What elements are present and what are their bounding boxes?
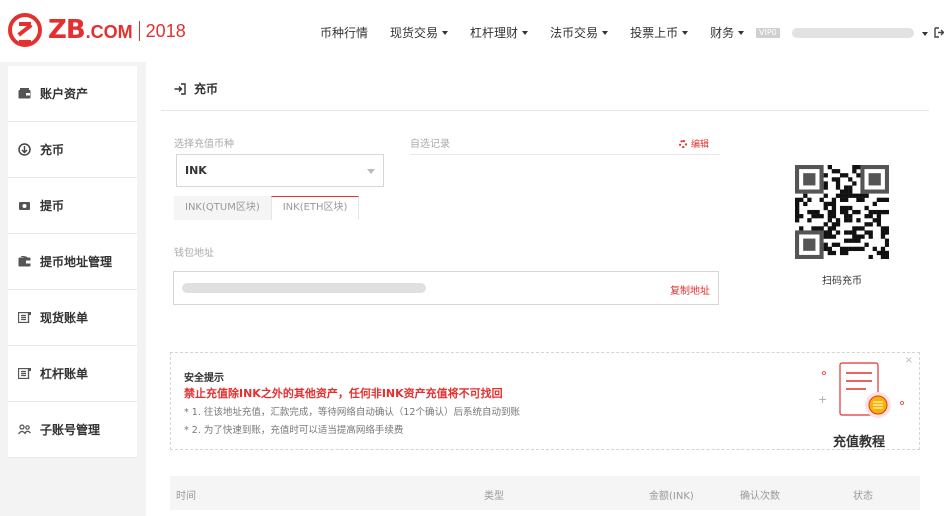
chevron-down-icon [442,30,449,35]
sidebar: 账户资产 充币 提币 提币地址管理 现货账单 杠杆账单 子账号管理 [8,66,137,458]
currency-label: 选择充值币种 [174,139,234,150]
deposit-table-header: 时间 类型 金额(INK) 确认次数 状态 [170,476,920,510]
currency-select[interactable]: INK [176,154,384,187]
column-header: 时间 [176,491,196,502]
sidebar-item-margin-bills[interactable]: 杠杆账单 [8,346,137,402]
chain-tabs: INK(QTUM区块) INK(ETH区块) [174,196,360,220]
logo-domain: .COM [85,21,133,42]
qr-code[interactable] [795,165,889,259]
gear-icon [679,139,687,148]
main-nav: 币种行情 现货交易 杠杆理财 法币交易 投票上币 财务 [320,24,766,41]
sidebar-item-label: 提币地址管理 [40,255,113,269]
nav-vote-listing[interactable]: 投票上币 [630,24,689,41]
deposit-panel: 充币 选择充值币种 INK INK(QTUM区块) INK(ETH区块) 自选记… [146,62,952,516]
security-notice: × 安全提示 禁止充值除INK之外的其他资产，任何非INK资产充值将不可找回 *… [170,352,920,450]
bill-icon [18,368,31,379]
sidebar-item-deposit[interactable]: 充币 [8,122,137,178]
tab-ink-qtum[interactable]: INK(QTUM区块) [174,196,271,220]
sidebar-item-assets[interactable]: 账户资产 [8,66,137,122]
nav-finance[interactable]: 财务 [710,24,745,41]
nav-label: 币种行情 [320,26,369,40]
logo-separator [138,21,140,41]
custom-record-field[interactable] [410,154,720,155]
column-header: 状态 [853,491,873,502]
top-header: ZB .COM 2018 币种行情 现货交易 杠杆理财 法币交易 投票上币 财务… [0,0,952,62]
svg-text:+: + [818,393,827,406]
address-book-icon [18,256,31,267]
wallet-icon [18,88,31,99]
login-arrow-icon [174,82,186,95]
sidebar-item-label: 账户资产 [40,87,89,101]
qr-label: 扫码充币 [822,276,862,287]
column-header: 确认次数 [740,491,780,502]
withdraw-icon [19,202,30,210]
chevron-down-icon [367,169,375,174]
logo-year: 2018 [145,20,186,41]
nav-label: 财务 [710,26,735,40]
bill-icon [18,312,31,323]
nav-spot-trading[interactable]: 现货交易 [390,24,449,41]
chevron-down-icon [682,30,689,35]
divider [161,110,929,111]
nav-fiat[interactable]: 法币交易 [550,24,609,41]
sidebar-item-label: 充币 [40,143,65,157]
copy-address-button[interactable]: 复制地址 [670,282,710,297]
tutorial-label[interactable]: 充值教程 [833,431,885,450]
sidebar-item-withdraw-address[interactable]: 提币地址管理 [8,234,137,290]
zb-logo[interactable]: ZB .COM 2018 [8,12,186,48]
notice-title: 安全提示 [184,373,224,384]
column-header: 金额(INK) [649,491,694,502]
chevron-down-icon[interactable] [922,32,928,36]
users-icon [18,424,31,435]
custom-record-label: 自选记录 [410,139,450,150]
nav-label: 投票上币 [630,26,679,40]
chevron-down-icon [522,30,529,35]
wallet-address-field[interactable]: 复制地址 [173,271,719,305]
page-title: 充币 [174,80,218,97]
vip-badge: VIP0 [756,28,780,38]
nav-label: 法币交易 [550,26,599,40]
nav-label: 杠杆理财 [470,26,519,40]
nav-label: 现货交易 [390,26,439,40]
user-account-name[interactable] [792,28,914,38]
sidebar-item-label: 提币 [40,199,65,213]
deposit-icon [18,143,31,156]
edit-label: 编辑 [691,140,710,150]
column-header: 类型 [484,491,504,502]
logout-icon[interactable] [934,27,944,38]
nav-market[interactable]: 币种行情 [320,24,368,41]
notice-warning: 禁止充值除INK之外的其他资产，任何非INK资产充值将不可找回 [184,387,503,400]
tutorial-illustration[interactable]: + [816,359,906,421]
page-title-text: 充币 [194,82,219,96]
logo-brand: ZB [48,15,86,45]
sidebar-item-subaccounts[interactable]: 子账号管理 [8,402,137,458]
notice-line: * 1. 往该地址充值，汇款完成，等待网络自动确认（12个确认）后系统自动到账 [184,407,520,418]
sidebar-item-label: 杠杆账单 [40,367,89,381]
logo-mark-icon [8,13,42,47]
notice-line: * 2. 为了快速到账，充值时可以适当提高网络手续费 [184,425,404,436]
sidebar-item-label: 现货账单 [40,311,89,325]
currency-select-value: INK [185,164,207,177]
nav-margin[interactable]: 杠杆理财 [470,24,529,41]
chevron-down-icon [738,30,745,35]
wallet-address-value [182,283,426,293]
sidebar-item-label: 子账号管理 [40,423,101,437]
sidebar-item-withdraw[interactable]: 提币 [8,178,137,234]
tab-ink-eth[interactable]: INK(ETH区块) [270,196,360,220]
chevron-down-icon [602,30,609,35]
edit-button[interactable]: 编辑 [679,137,709,150]
wallet-address-label: 钱包地址 [174,248,214,259]
sidebar-item-spot-bills[interactable]: 现货账单 [8,290,137,346]
